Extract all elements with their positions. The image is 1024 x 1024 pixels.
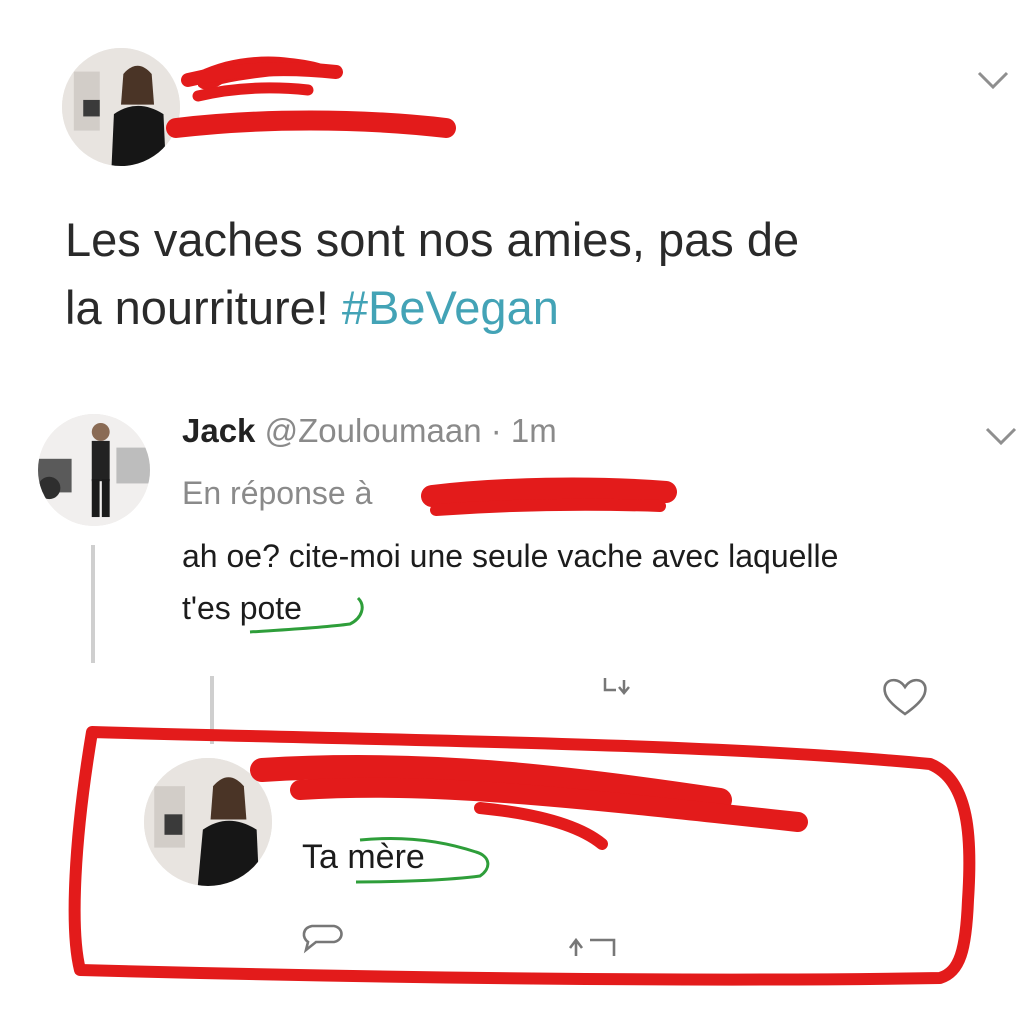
tweet-text-fragment: la nourriture! bbox=[65, 281, 342, 334]
reply-text-fragment: t'es bbox=[182, 590, 240, 626]
chevron-down-icon[interactable] bbox=[983, 424, 1019, 448]
author-handle[interactable]: @Zouloumaan bbox=[265, 412, 482, 449]
underlined-word: pote bbox=[239, 590, 302, 626]
tweet-text-line: Les vaches sont nos amies, pas de bbox=[65, 213, 800, 266]
redaction-mark bbox=[290, 777, 808, 832]
redaction-mark bbox=[430, 498, 666, 516]
redaction-mark bbox=[474, 802, 608, 850]
thread-line bbox=[210, 676, 214, 744]
chevron-down-icon[interactable] bbox=[975, 68, 1011, 92]
redaction-mark bbox=[250, 754, 732, 812]
redaction-mark bbox=[421, 477, 677, 507]
final-reply-fragment: Ta bbox=[302, 838, 348, 876]
retweet-icon[interactable] bbox=[602, 676, 636, 696]
reply-text-line: t'es pote bbox=[182, 582, 1012, 634]
avatar[interactable] bbox=[62, 48, 180, 166]
timestamp[interactable]: 1m bbox=[511, 412, 557, 449]
thread-line bbox=[91, 545, 95, 663]
hashtag-link[interactable]: #BeVegan bbox=[342, 281, 559, 334]
redaction-mark bbox=[181, 62, 343, 87]
retweet-icon[interactable] bbox=[566, 936, 626, 958]
redaction-mark bbox=[198, 56, 332, 90]
reply-text-line: ah oe? cite-moi une seule vache avec laq… bbox=[182, 538, 839, 574]
reply-icon[interactable] bbox=[298, 922, 348, 954]
redaction-mark bbox=[192, 82, 314, 102]
tweet-text-line: la nourriture! #BeVegan bbox=[65, 274, 995, 342]
author-name[interactable]: Jack bbox=[182, 412, 255, 449]
reply-header: Jack @Zouloumaan · 1m bbox=[182, 412, 557, 450]
heart-icon[interactable] bbox=[880, 676, 930, 718]
reply-text: ah oe? cite-moi une seule vache avec laq… bbox=[182, 530, 1012, 634]
in-reply-to-label: En réponse à bbox=[182, 475, 373, 511]
meta-separator: · bbox=[481, 412, 511, 449]
reply-avatar[interactable] bbox=[38, 414, 150, 526]
final-reply-text: Ta mère bbox=[302, 838, 425, 877]
underlined-word: mère bbox=[347, 838, 425, 876]
tweet-text: Les vaches sont nos amies, pas de la nou… bbox=[65, 206, 995, 342]
redaction-mark bbox=[166, 110, 456, 138]
final-reply-avatar[interactable] bbox=[144, 758, 272, 886]
